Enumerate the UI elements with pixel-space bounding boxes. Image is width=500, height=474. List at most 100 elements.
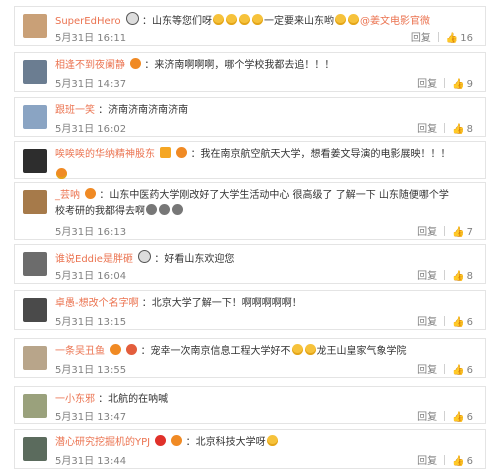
comment-card: 一条吴丑鱼 ：宠幸一次南京信息工程大学好不 龙王山皇家气象学院 5月31日 13:… bbox=[14, 338, 486, 378]
comment-card: _芸呐 ：山东中医药大学刚改好了大学生活动中心 很高级了 了解一下 山东随便哪个… bbox=[14, 182, 486, 240]
reply-button[interactable]: 回复 bbox=[417, 271, 437, 282]
comment-card: 谁说Eddie是胖砸 ：好看山东欢迎您 5月31日 16:04 回复 👍 8 bbox=[14, 244, 486, 284]
emoji-icon bbox=[55, 163, 68, 182]
username-link[interactable]: 跟班一笑 bbox=[55, 105, 95, 116]
comment-time: 5月31日 16:02 bbox=[55, 124, 127, 135]
comment-body: ：我在南京航空航天大学，想看姜文导演的电影展映！！！ bbox=[190, 149, 451, 160]
username-link[interactable]: 一条吴丑鱼 bbox=[55, 346, 105, 357]
comment-text-line2: 校考研的我都得去啊 bbox=[55, 204, 477, 220]
avatar[interactable] bbox=[23, 60, 47, 84]
divider bbox=[444, 364, 446, 374]
emoji-icon bbox=[146, 204, 157, 215]
username-link[interactable]: 谁说Eddie是胖砸 bbox=[55, 254, 133, 265]
divider bbox=[444, 226, 446, 236]
divider bbox=[437, 32, 439, 42]
comment-body: ：山东等您们呀 bbox=[142, 16, 213, 27]
emoji-icon bbox=[335, 14, 347, 25]
avatar[interactable] bbox=[23, 346, 47, 370]
comment-time: 5月31日 13:44 bbox=[55, 456, 127, 467]
thumb-up-icon[interactable]: 👍 bbox=[452, 79, 464, 90]
reply-button[interactable]: 回复 bbox=[417, 412, 437, 423]
fan-badge-icon bbox=[126, 344, 138, 355]
comment-card: 潜心研究挖掘机的YPJ ：北京科技大学呀 5月31日 13:44 回复 👍 6 bbox=[14, 429, 486, 469]
emoji-icon bbox=[266, 435, 278, 446]
thumb-up-icon[interactable]: 👍 bbox=[452, 271, 464, 282]
reply-button[interactable]: 回复 bbox=[417, 124, 437, 135]
username-link[interactable]: 唉唉唉的华纳精神股东 bbox=[55, 149, 155, 160]
divider bbox=[444, 411, 446, 421]
divider bbox=[444, 316, 446, 326]
divider bbox=[444, 123, 446, 133]
username-link[interactable]: _芸呐 bbox=[55, 190, 80, 201]
comment-text: SuperEdHero ：山东等您们呀 一定要来山东哟 @姜文电影官微 bbox=[55, 12, 477, 30]
avatar[interactable] bbox=[23, 149, 47, 173]
username-link[interactable]: SuperEdHero bbox=[55, 16, 121, 27]
comment-card: 跟班一笑 ：济南济南济南济南 5月31日 16:02 回复 👍 8 bbox=[14, 97, 486, 137]
member-badge-icon bbox=[130, 58, 142, 69]
member-badge-icon bbox=[85, 188, 97, 199]
thumb-up-icon[interactable]: 👍 bbox=[452, 365, 464, 376]
comment-actions: 回复 👍 16 bbox=[411, 29, 473, 44]
comment-text: 唉唉唉的华纳精神股东 ：我在南京航空航天大学，想看姜文导演的电影展映！！！ bbox=[55, 147, 477, 163]
comment-time: 5月31日 13:47 bbox=[55, 412, 127, 423]
reply-button[interactable]: 回复 bbox=[417, 79, 437, 90]
panda-badge-icon bbox=[125, 12, 139, 25]
thumb-up-icon[interactable]: 👍 bbox=[446, 33, 458, 44]
mention-link[interactable]: @姜文电影官微 bbox=[360, 16, 430, 27]
comment-card: SuperEdHero ：山东等您们呀 一定要来山东哟 @姜文电影官微 5月31日 … bbox=[14, 6, 486, 46]
comment-actions: 回复 👍 9 bbox=[417, 75, 473, 90]
avatar[interactable] bbox=[23, 252, 47, 276]
emoji-icon bbox=[226, 14, 238, 25]
comment-actions: 回复 👍 6 bbox=[417, 361, 473, 376]
username-link[interactable]: 一小东邪 bbox=[55, 394, 95, 405]
comment-actions: 回复 👍 8 bbox=[417, 120, 473, 135]
thumb-up-icon[interactable]: 👍 bbox=[452, 124, 464, 135]
emoji-icon bbox=[304, 344, 316, 355]
comment-time: 5月31日 13:15 bbox=[55, 317, 127, 328]
thumb-up-icon[interactable]: 👍 bbox=[452, 456, 464, 467]
star-badge-icon bbox=[155, 435, 167, 446]
like-count: 6 bbox=[466, 456, 473, 467]
avatar[interactable] bbox=[23, 437, 47, 461]
thumb-up-icon[interactable]: 👍 bbox=[452, 317, 464, 328]
avatar[interactable] bbox=[23, 394, 47, 418]
avatar[interactable] bbox=[23, 14, 47, 38]
reply-button[interactable]: 回复 bbox=[417, 456, 437, 467]
comment-card: 一小东邪 ：北航的在呐喊 5月31日 13:47 回复 👍 6 bbox=[14, 386, 486, 424]
comment-feed: SuperEdHero ：山东等您们呀 一定要来山东哟 @姜文电影官微 5月31日 … bbox=[0, 0, 500, 474]
comment-text: 一小东邪 ：北航的在呐喊 bbox=[55, 392, 477, 408]
comment-text: 潜心研究挖掘机的YPJ ：北京科技大学呀 bbox=[55, 435, 477, 451]
member-badge-icon bbox=[110, 344, 122, 355]
member-badge-icon bbox=[176, 147, 188, 158]
username-link[interactable]: 卓愚-想改个名字啊 bbox=[55, 298, 139, 309]
avatar[interactable] bbox=[23, 105, 47, 129]
comment-body: ：好看山东欢迎您 bbox=[154, 254, 235, 265]
comment-text: 一条吴丑鱼 ：宠幸一次南京信息工程大学好不 龙王山皇家气象学院 bbox=[55, 344, 477, 360]
avatar[interactable] bbox=[23, 190, 47, 214]
comment-time: 5月31日 16:13 bbox=[55, 227, 127, 238]
comment-body: ：北京科技大学呀 bbox=[185, 437, 266, 448]
comment-body: ：济南济南济南济南 bbox=[98, 105, 189, 116]
username-link[interactable]: 相逢不到夜阑静 bbox=[55, 60, 125, 71]
thumb-up-icon[interactable]: 👍 bbox=[452, 412, 464, 423]
reply-button[interactable]: 回复 bbox=[417, 227, 437, 238]
comment-actions: 回复 👍 6 bbox=[417, 313, 473, 328]
thumb-up-icon[interactable]: 👍 bbox=[452, 227, 464, 238]
emoji-icon bbox=[252, 14, 264, 25]
comment-text: 跟班一笑 ：济南济南济南济南 bbox=[55, 103, 477, 119]
comment-body: ：北航的在呐喊 bbox=[98, 394, 169, 405]
avatar[interactable] bbox=[23, 298, 47, 322]
comment-actions: 回复 👍 8 bbox=[417, 267, 473, 282]
comment-body: ：北京大学了解一下！啊啊啊啊啊！ bbox=[141, 298, 302, 309]
reply-button[interactable]: 回复 bbox=[411, 33, 431, 44]
username-link[interactable]: 潜心研究挖掘机的YPJ bbox=[55, 437, 150, 448]
divider bbox=[444, 270, 446, 280]
divider bbox=[444, 78, 446, 88]
reply-button[interactable]: 回复 bbox=[417, 365, 437, 376]
divider bbox=[444, 455, 446, 465]
reply-button[interactable]: 回复 bbox=[417, 317, 437, 328]
emoji-icon bbox=[348, 14, 360, 25]
verified-v-icon bbox=[160, 147, 172, 158]
like-count: 6 bbox=[466, 412, 473, 423]
comment-time: 5月31日 16:04 bbox=[55, 271, 127, 282]
